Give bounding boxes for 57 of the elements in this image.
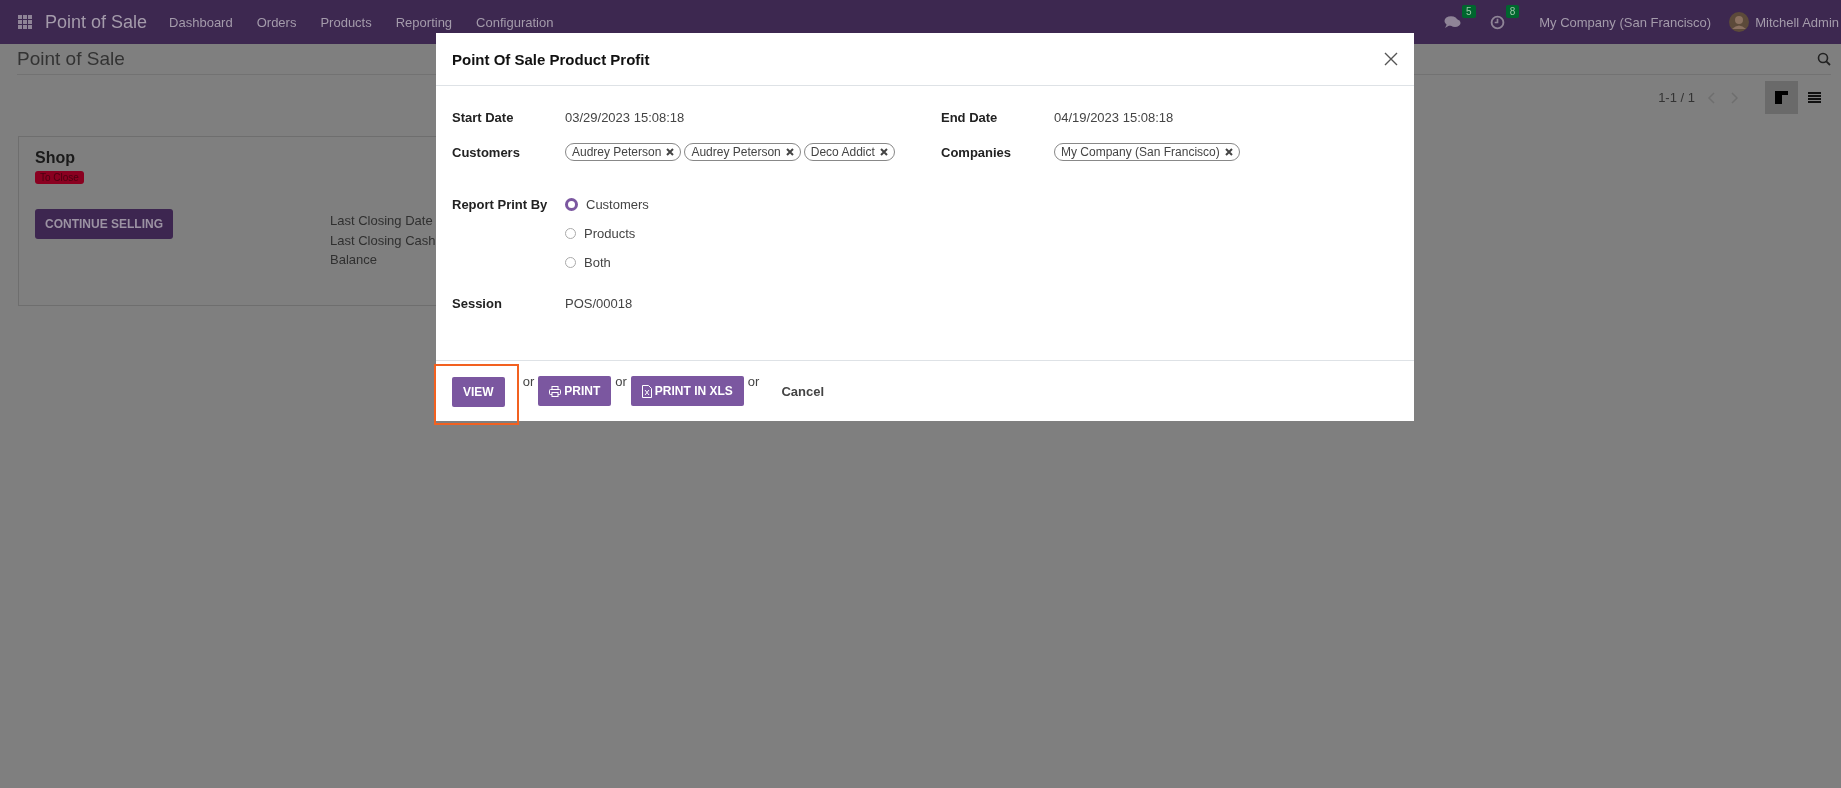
field-label: Start Date xyxy=(452,110,515,125)
remove-icon[interactable] xyxy=(1224,148,1233,156)
date-field[interactable]: 03/29/2023 15:08:18 xyxy=(565,110,685,125)
avatar-icon[interactable] xyxy=(1729,12,1750,32)
session-field[interactable]: POS/00018 xyxy=(565,296,633,311)
close-icon[interactable] xyxy=(1384,52,1398,66)
page-title: Point of Sale xyxy=(17,48,125,70)
remove-icon[interactable] xyxy=(785,148,794,156)
tag-label: Audrey Peterson xyxy=(572,145,662,159)
print-button[interactable]: PRINT xyxy=(538,376,612,406)
view-button[interactable]: VIEW xyxy=(452,376,505,407)
message-count-badge: 5 xyxy=(1462,5,1476,18)
cancel-button[interactable]: Cancel xyxy=(775,382,830,400)
or-separator: or xyxy=(522,374,535,389)
tag-label: Deco Addict xyxy=(810,145,875,159)
activity-count-badge: 8 xyxy=(1505,4,1520,18)
radio-option[interactable]: Products xyxy=(565,226,649,241)
or-separator: or xyxy=(747,374,760,389)
menu-item[interactable]: Orders xyxy=(256,14,297,30)
field-label: End Date xyxy=(941,110,999,125)
remove-icon[interactable] xyxy=(879,148,888,156)
kanban-icon xyxy=(1775,91,1788,104)
clock-icon[interactable] xyxy=(1489,14,1505,30)
search-icon[interactable] xyxy=(1817,52,1831,66)
radio-button[interactable] xyxy=(565,198,578,211)
app-title[interactable]: Point of Sale xyxy=(45,11,148,33)
company-switcher[interactable]: My Company (San Francisco) xyxy=(1539,14,1712,30)
apps-grid-icon[interactable] xyxy=(18,15,32,29)
stat-label: Balance xyxy=(330,251,378,269)
status-tag: To Close xyxy=(35,171,84,184)
chat-icon[interactable] xyxy=(1444,15,1462,29)
menu-item[interactable]: Products xyxy=(320,14,372,30)
pager: 1-1 / 1 xyxy=(1658,90,1695,105)
date-field[interactable]: 04/19/2023 15:08:18 xyxy=(1054,110,1174,125)
field-label: Session xyxy=(452,296,503,311)
kanban-view-button[interactable] xyxy=(1765,81,1798,114)
field-label: Customers xyxy=(452,144,521,160)
printer-icon xyxy=(549,385,562,397)
field-label: Report Print By xyxy=(452,197,549,214)
dialog-title: Point Of Sale Product Profit xyxy=(452,50,650,68)
spreadsheet-file-icon xyxy=(641,384,652,398)
radio-option[interactable]: Both xyxy=(565,255,649,270)
menu-item[interactable]: Reporting xyxy=(395,14,453,30)
field-label: Companies xyxy=(941,144,1013,160)
continue-selling-button[interactable]: CONTINUE SELLING xyxy=(35,209,173,239)
menu-item[interactable]: Dashboard xyxy=(169,14,233,30)
radio-option[interactable]: Customers xyxy=(565,197,649,212)
print-xls-button[interactable]: PRINT IN XLS xyxy=(630,376,744,406)
or-separator: or xyxy=(615,374,627,389)
tag-label: My Company (San Francisco) xyxy=(1061,145,1220,159)
stat-label: Last Closing Cash xyxy=(330,231,436,250)
menu-item[interactable]: Configuration xyxy=(476,14,554,30)
stat-label: Last Closing Date xyxy=(330,212,434,230)
list-icon xyxy=(1808,91,1821,104)
user-menu[interactable]: Mitchell Admin xyxy=(1755,14,1839,30)
remove-icon[interactable] xyxy=(666,148,675,156)
tag-label: Audrey Peterson xyxy=(691,145,781,159)
